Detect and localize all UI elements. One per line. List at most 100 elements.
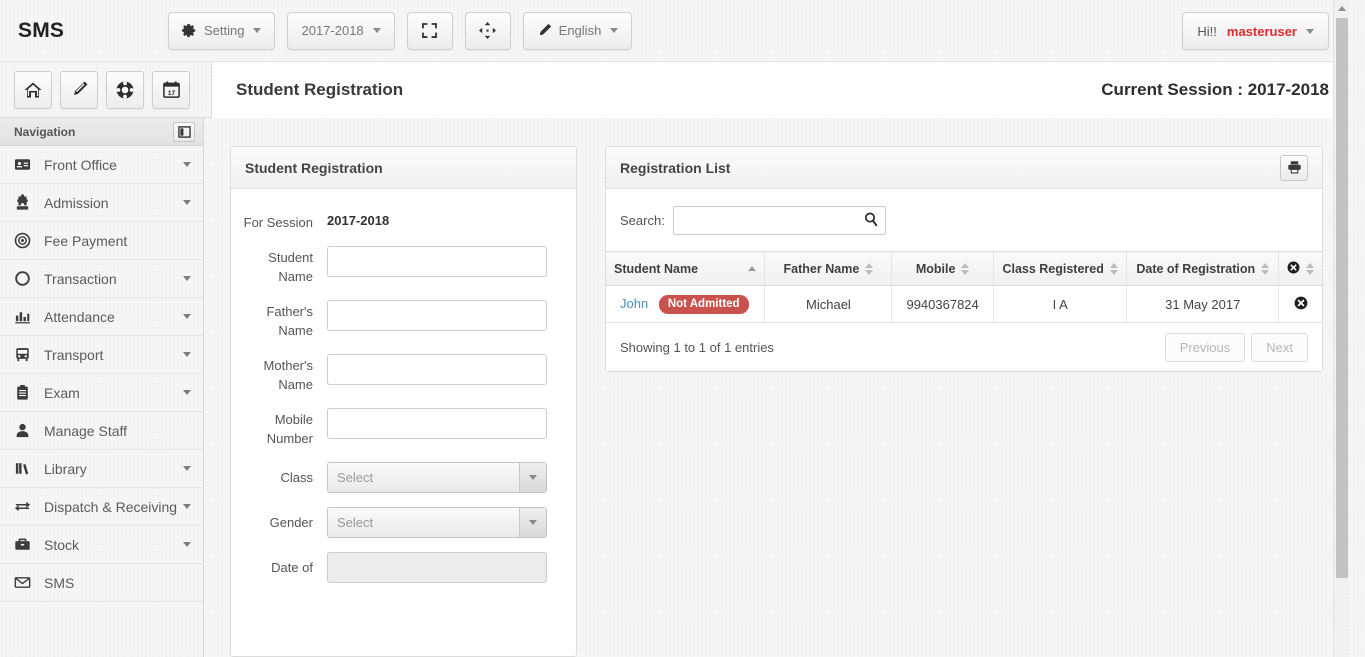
list-panel-title: Registration List xyxy=(620,159,731,176)
table-info: Showing 1 to 1 of 1 entries xyxy=(620,339,774,355)
sidebar-item-exam[interactable]: Exam xyxy=(0,374,203,412)
scrollbar-thumb[interactable] xyxy=(1336,18,1348,578)
sidebar-item-manage-staff[interactable]: Manage Staff xyxy=(0,412,203,450)
mobile-number-input[interactable] xyxy=(327,408,547,439)
chevron-down-icon xyxy=(183,466,191,471)
page-scrollbar[interactable] xyxy=(1333,0,1349,657)
edit-button[interactable] xyxy=(60,70,98,109)
gear-icon xyxy=(182,23,196,38)
form-row-gender: Gender Select xyxy=(231,507,560,538)
chevron-down-icon xyxy=(372,28,381,33)
column-label: Father Name xyxy=(783,261,860,276)
sidebar-header: Navigation xyxy=(0,118,203,146)
envelope-icon xyxy=(14,574,44,591)
date-of-birth-input[interactable] xyxy=(327,552,547,583)
sidebar-item-label: Dispatch & Receiving xyxy=(44,498,178,515)
chevron-down-icon xyxy=(183,542,191,547)
sidebar-collapse-icon[interactable] xyxy=(173,121,195,142)
column-header-class-registered[interactable]: Class Registered xyxy=(993,251,1128,286)
chevron-down-icon xyxy=(610,28,619,33)
support-button[interactable] xyxy=(106,70,144,109)
home-button[interactable] xyxy=(14,70,52,109)
briefcase-icon xyxy=(14,536,44,553)
search-box xyxy=(672,205,886,235)
previous-page-button[interactable]: Previous xyxy=(1164,332,1246,362)
sidebar-item-library[interactable]: Library xyxy=(0,450,203,488)
sidebar-item-attendance[interactable]: Attendance xyxy=(0,298,203,336)
class-select-value: Select xyxy=(337,470,374,485)
mother-name-input[interactable] xyxy=(327,354,547,385)
calendar-button[interactable]: 17 xyxy=(152,70,190,109)
column-label: Class Registered xyxy=(1002,261,1104,276)
print-button[interactable] xyxy=(1280,154,1308,181)
printer-icon xyxy=(1287,161,1301,174)
fullscreen-icon xyxy=(422,23,438,38)
sidebar-item-label: Attendance xyxy=(44,308,115,325)
form-row-father-name: Father's Name xyxy=(231,300,560,340)
column-header-student-name[interactable]: Student Name xyxy=(606,251,766,286)
sidebar-item-label: Transport xyxy=(44,346,104,363)
search-input[interactable] xyxy=(672,205,886,235)
sort-indicator xyxy=(1109,262,1118,275)
fullscreen-button[interactable] xyxy=(406,11,453,50)
sidebar-item-fee-payment[interactable]: Fee Payment xyxy=(0,222,203,260)
pencil-icon xyxy=(539,23,551,36)
class-select[interactable]: Select xyxy=(327,462,547,493)
delete-row-icon[interactable] xyxy=(1294,296,1308,310)
mother-name-label: Mother's Name xyxy=(263,358,313,392)
puzzle-icon xyxy=(14,194,44,211)
column-header-actions[interactable] xyxy=(1278,251,1322,286)
status-badge: Not Admitted xyxy=(658,294,749,314)
next-page-button[interactable]: Next xyxy=(1251,332,1308,362)
clipboard-icon xyxy=(14,384,44,401)
form-row-class: Class Select xyxy=(231,462,560,493)
user-menu-button[interactable]: Hi!! masteruser xyxy=(1182,12,1329,50)
calendar-icon: 17 xyxy=(162,81,180,98)
sidebar-item-stock[interactable]: Stock xyxy=(0,526,203,564)
user-icon xyxy=(14,422,44,439)
gender-select[interactable]: Select xyxy=(327,507,547,538)
language-button-label: English xyxy=(558,23,602,38)
chevron-down-icon xyxy=(183,314,191,319)
father-name-label: Father's Name xyxy=(266,304,313,338)
sidebar-item-front-office[interactable]: Front Office xyxy=(0,146,203,184)
quick-icon-rail: 17 xyxy=(0,61,212,118)
arrows-alt-icon xyxy=(479,22,497,39)
for-session-value: 2017-2018 xyxy=(327,213,390,228)
student-name-input[interactable] xyxy=(327,246,547,277)
resize-button[interactable] xyxy=(464,11,511,50)
setting-button[interactable]: Setting xyxy=(168,11,276,50)
sidebar-item-transaction[interactable]: Transaction xyxy=(0,260,203,298)
language-button[interactable]: English xyxy=(522,11,633,50)
sidebar-item-label: Fee Payment xyxy=(44,232,128,249)
father-name-input[interactable] xyxy=(327,300,547,331)
column-label: Date of Registration xyxy=(1136,261,1256,276)
scrollbar-up-arrow-icon[interactable] xyxy=(1334,0,1349,16)
column-header-date-of-registration[interactable]: Date of Registration xyxy=(1126,251,1279,286)
chevron-down-icon xyxy=(519,463,546,492)
sidebar-item-admission[interactable]: Admission xyxy=(0,184,203,222)
cell-class-registered: I A xyxy=(993,285,1128,323)
pencil-icon xyxy=(73,81,87,96)
session-select-button[interactable]: 2017-2018 xyxy=(287,11,395,50)
cell-actions xyxy=(1278,285,1322,323)
column-label: Student Name xyxy=(614,261,699,276)
chevron-down-icon xyxy=(183,390,191,395)
sidebar-item-transport[interactable]: Transport xyxy=(0,336,203,374)
sort-indicator xyxy=(1261,262,1270,275)
chevron-down-icon xyxy=(183,276,191,281)
sidebar-item-sms[interactable]: SMS xyxy=(0,564,203,602)
column-header-father-name[interactable]: Father Name xyxy=(764,251,893,286)
column-header-mobile[interactable]: Mobile xyxy=(891,251,994,286)
cell-student-name: John Not Admitted xyxy=(606,285,766,323)
cell-date-of-registration: 31 May 2017 xyxy=(1126,285,1279,323)
sidebar-item-dispatch-receiving[interactable]: Dispatch & Receiving xyxy=(0,488,203,526)
main-content: Student Registration For Session 2017-20… xyxy=(204,118,1349,657)
setting-button-label: Setting xyxy=(204,23,245,38)
chevron-down-icon xyxy=(183,162,191,167)
student-name-link[interactable]: John xyxy=(620,295,648,310)
sidebar-item-label: Exam xyxy=(44,384,80,401)
search-label: Search: xyxy=(620,212,665,228)
id-card-icon xyxy=(14,156,44,173)
bus-icon xyxy=(14,346,44,363)
